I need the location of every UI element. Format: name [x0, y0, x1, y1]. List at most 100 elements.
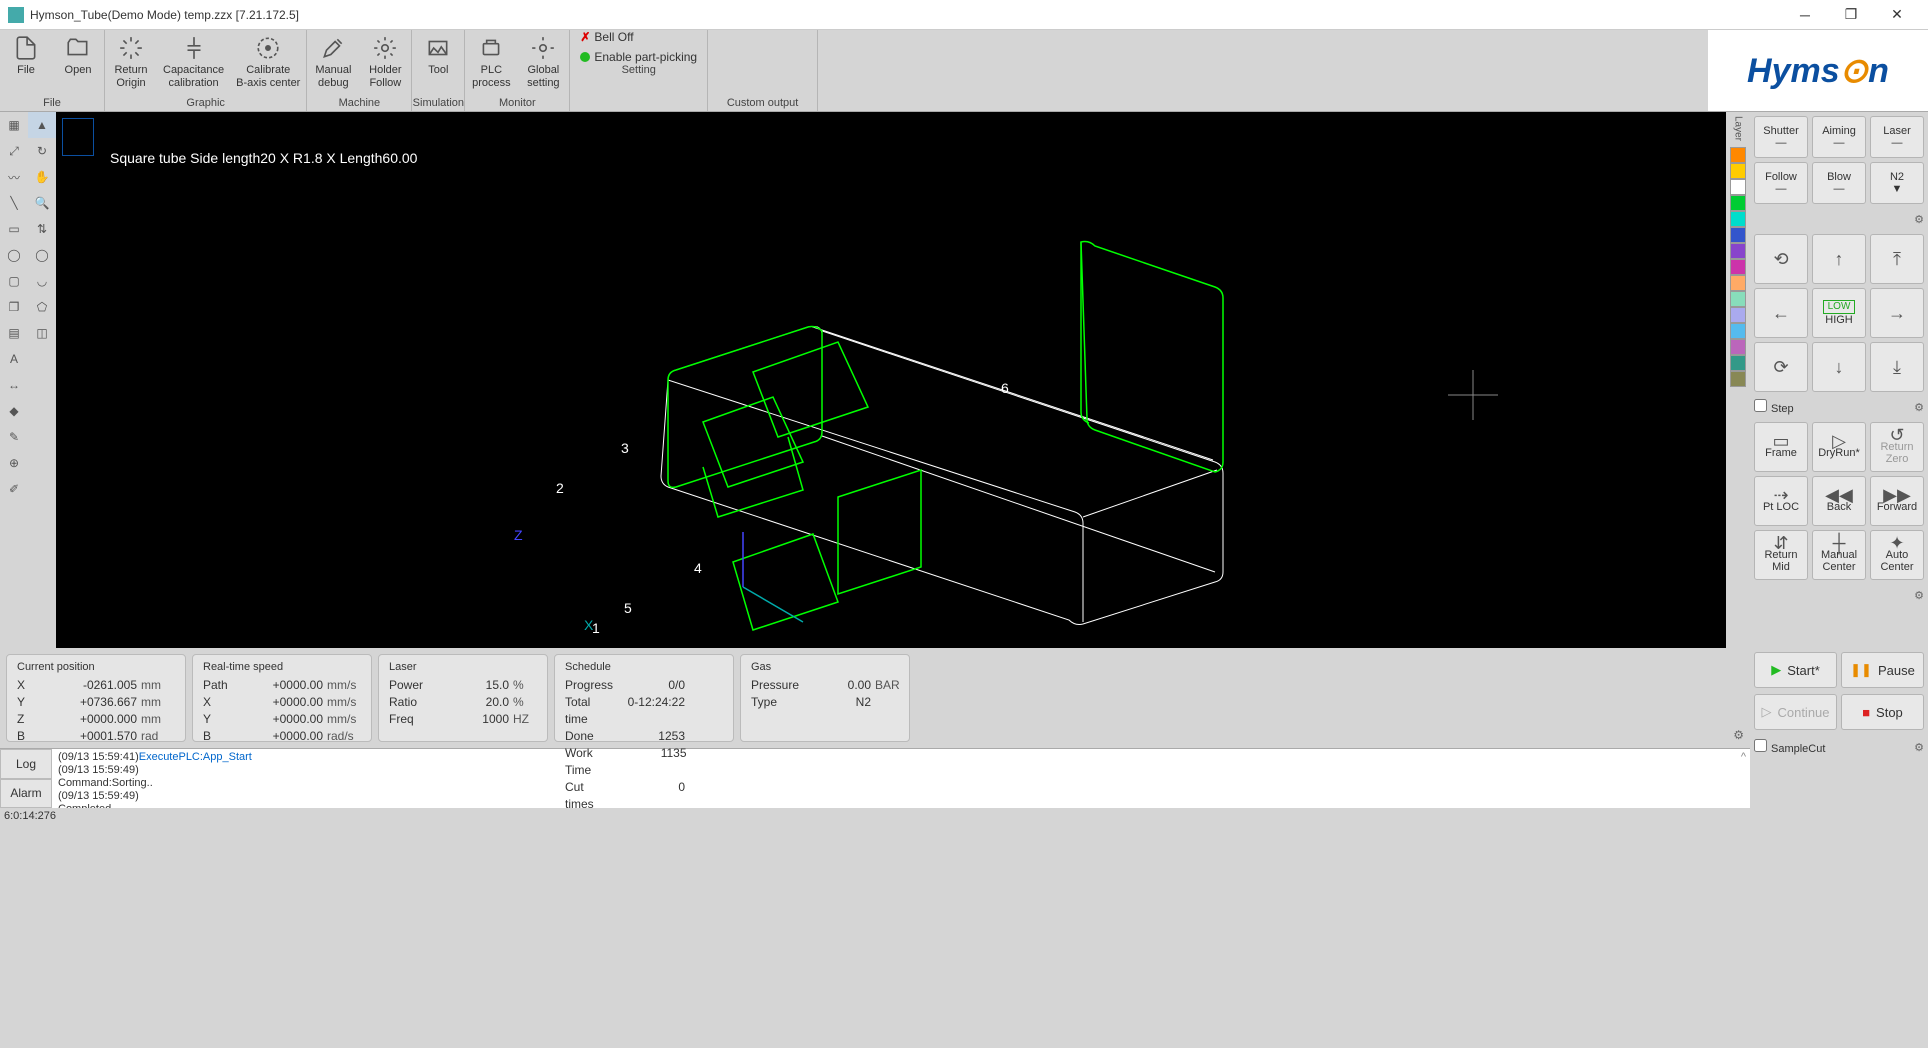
line-tool[interactable]: ╲ — [0, 190, 28, 216]
ribbon-group-custom: Custom output — [708, 30, 818, 111]
minimize-button[interactable]: ─ — [1782, 0, 1828, 30]
mirror-tool[interactable]: ◫ — [28, 320, 56, 346]
jog-down-button[interactable]: ↓ — [1812, 342, 1866, 392]
gear-icon[interactable]: ⚙ — [1914, 213, 1924, 226]
tool-button[interactable]: Tool — [412, 30, 464, 97]
jog-lower-button[interactable]: ⤓ — [1870, 342, 1924, 392]
zoom-fit-tool[interactable]: ⤢ — [0, 138, 28, 164]
layer-swatch-13[interactable] — [1730, 355, 1746, 371]
jog-right-button[interactable]: → — [1870, 288, 1924, 338]
layer-swatch-0[interactable] — [1730, 147, 1746, 163]
layer-swatch-7[interactable] — [1730, 259, 1746, 275]
jog-raise-button[interactable]: ⤒ — [1870, 234, 1924, 284]
aiming-button[interactable]: Aiming— — [1812, 116, 1866, 158]
circle-tool[interactable]: ◯ — [0, 242, 28, 268]
gear-icon-status[interactable]: ⚙ — [1733, 728, 1744, 742]
layer-swatch-12[interactable] — [1730, 339, 1746, 355]
alarm-tab[interactable]: Alarm — [0, 779, 52, 809]
jog-cw-button[interactable]: ⟳ — [1754, 342, 1808, 392]
layer-swatch-9[interactable] — [1730, 291, 1746, 307]
file-button[interactable]: File — [0, 30, 52, 97]
pointer-tool[interactable]: ▲ — [28, 112, 56, 138]
manual-center-button[interactable]: ┼Manual Center — [1812, 530, 1866, 580]
holder-follow-button[interactable]: Holder Follow — [359, 30, 411, 97]
rotate-tool[interactable]: ↻ — [28, 138, 56, 164]
layer-swatch-8[interactable] — [1730, 275, 1746, 291]
maximize-button[interactable]: ❐ — [1828, 0, 1874, 30]
n2-button[interactable]: N2▼ — [1870, 162, 1924, 204]
enable-part-picking-toggle[interactable]: Enable part-picking — [580, 50, 697, 64]
auto-center-button[interactable]: ✦Auto Center — [1870, 530, 1924, 580]
layer-swatch-10[interactable] — [1730, 307, 1746, 323]
copy-tool[interactable]: ❐ — [0, 294, 28, 320]
sort-tool[interactable]: ⇅ — [28, 216, 56, 242]
step-checkbox[interactable]: Step — [1754, 399, 1794, 415]
laser-button[interactable]: Laser— — [1870, 116, 1924, 158]
continue-button[interactable]: ▷Continue — [1754, 694, 1837, 730]
brush-tool[interactable]: ✐ — [0, 476, 28, 502]
log-content[interactable]: (09/13 15:59:41)ExecutePLC:App_Start (09… — [52, 749, 1750, 808]
layer-swatch-3[interactable] — [1730, 195, 1746, 211]
pan-tool[interactable]: ✋ — [28, 164, 56, 190]
plc-process-button[interactable]: PLC process — [465, 30, 517, 97]
fill-tool[interactable]: ◆ — [0, 398, 28, 424]
cal-b-button[interactable]: Calibrate B-axis center — [230, 30, 306, 97]
layer-swatch-11[interactable] — [1730, 323, 1746, 339]
close-button[interactable]: ✕ — [1874, 0, 1920, 30]
bell-off-toggle[interactable]: ✗Bell Off — [580, 30, 697, 44]
gear-icon-2[interactable]: ⚙ — [1914, 401, 1924, 414]
arc-tool[interactable]: ◡ — [28, 268, 56, 294]
stop-button[interactable]: ■Stop — [1841, 694, 1924, 730]
move-tool[interactable]: ↔ — [0, 372, 28, 398]
pause-button[interactable]: ❚❚Pause — [1841, 652, 1924, 688]
return-origin-button[interactable]: Return Origin — [105, 30, 157, 97]
back-button[interactable]: ◀◀Back — [1812, 476, 1866, 526]
target-tool[interactable]: ⊕ — [0, 450, 28, 476]
log-tab[interactable]: Log — [0, 749, 52, 779]
layer-swatch-2[interactable] — [1730, 179, 1746, 195]
select-tool[interactable]: ▢ — [0, 268, 28, 294]
samplecut-checkbox[interactable]: SampleCut — [1754, 739, 1825, 755]
forward-button[interactable]: ▶▶Forward — [1870, 476, 1924, 526]
ptloc-button[interactable]: ⇢Pt LOC — [1754, 476, 1808, 526]
return-mid-button[interactable]: ⇵Return Mid — [1754, 530, 1808, 580]
grid-tool[interactable]: ▦ — [0, 112, 28, 138]
gear-icon-3[interactable]: ⚙ — [1914, 589, 1924, 602]
zoom-tool[interactable]: 🔍 — [28, 190, 56, 216]
layer-swatch-5[interactable] — [1730, 227, 1746, 243]
layer-swatch-6[interactable] — [1730, 243, 1746, 259]
layer-swatch-4[interactable] — [1730, 211, 1746, 227]
array-tool[interactable]: ▤ — [0, 320, 28, 346]
marker-5: 5 — [624, 600, 632, 616]
paint-tool[interactable]: ✎ — [0, 424, 28, 450]
canvas-viewport[interactable]: Square tube Side length20 X R1.8 X Lengt… — [56, 112, 1726, 648]
pos-y-val: +0736.667 — [67, 694, 137, 711]
continue-label: Continue — [1777, 705, 1829, 720]
shutter-button[interactable]: Shutter— — [1754, 116, 1808, 158]
open-button[interactable]: Open — [52, 30, 104, 97]
dryrun-button[interactable]: ▷DryRun* — [1812, 422, 1866, 472]
frame-button[interactable]: ▭Frame — [1754, 422, 1808, 472]
return-zero-button[interactable]: ↺Return Zero — [1870, 422, 1924, 472]
layer-swatch-14[interactable] — [1730, 371, 1746, 387]
jog-left-button[interactable]: ← — [1754, 288, 1808, 338]
curve-tool[interactable]: 〰 — [0, 164, 28, 190]
rect-tool[interactable]: ▭ — [0, 216, 28, 242]
scroll-up-icon[interactable]: ^ — [1741, 751, 1746, 764]
start-button[interactable]: ▶Start* — [1754, 652, 1837, 688]
global-setting-button[interactable]: Global setting — [517, 30, 569, 97]
layer-swatch-1[interactable] — [1730, 163, 1746, 179]
cap-cal-button[interactable]: Capacitance calibration — [157, 30, 230, 97]
ellipse-tool[interactable]: ◯ — [28, 242, 56, 268]
log-l1b: ExecutePLC:App_Start — [139, 751, 252, 763]
manual-debug-button[interactable]: Manual debug — [307, 30, 359, 97]
gear-icon-action[interactable]: ⚙ — [1914, 741, 1924, 754]
blow-button[interactable]: Blow— — [1812, 162, 1866, 204]
jog-up-button[interactable]: ↑ — [1812, 234, 1866, 284]
polygon-tool[interactable]: ⬠ — [28, 294, 56, 320]
main-row: ▦ ⤢ 〰 ╲ ▭ ◯ ▢ ❐ ▤ A ↔ ◆ ✎ ⊕ ✐ ▲ ↻ ✋ 🔍 ⇅ … — [0, 112, 1928, 648]
follow-button[interactable]: Follow— — [1754, 162, 1808, 204]
text-tool[interactable]: A — [0, 346, 28, 372]
speed-toggle-button[interactable]: LOWHIGH — [1812, 288, 1866, 338]
jog-ccw-button[interactable]: ⟲ — [1754, 234, 1808, 284]
